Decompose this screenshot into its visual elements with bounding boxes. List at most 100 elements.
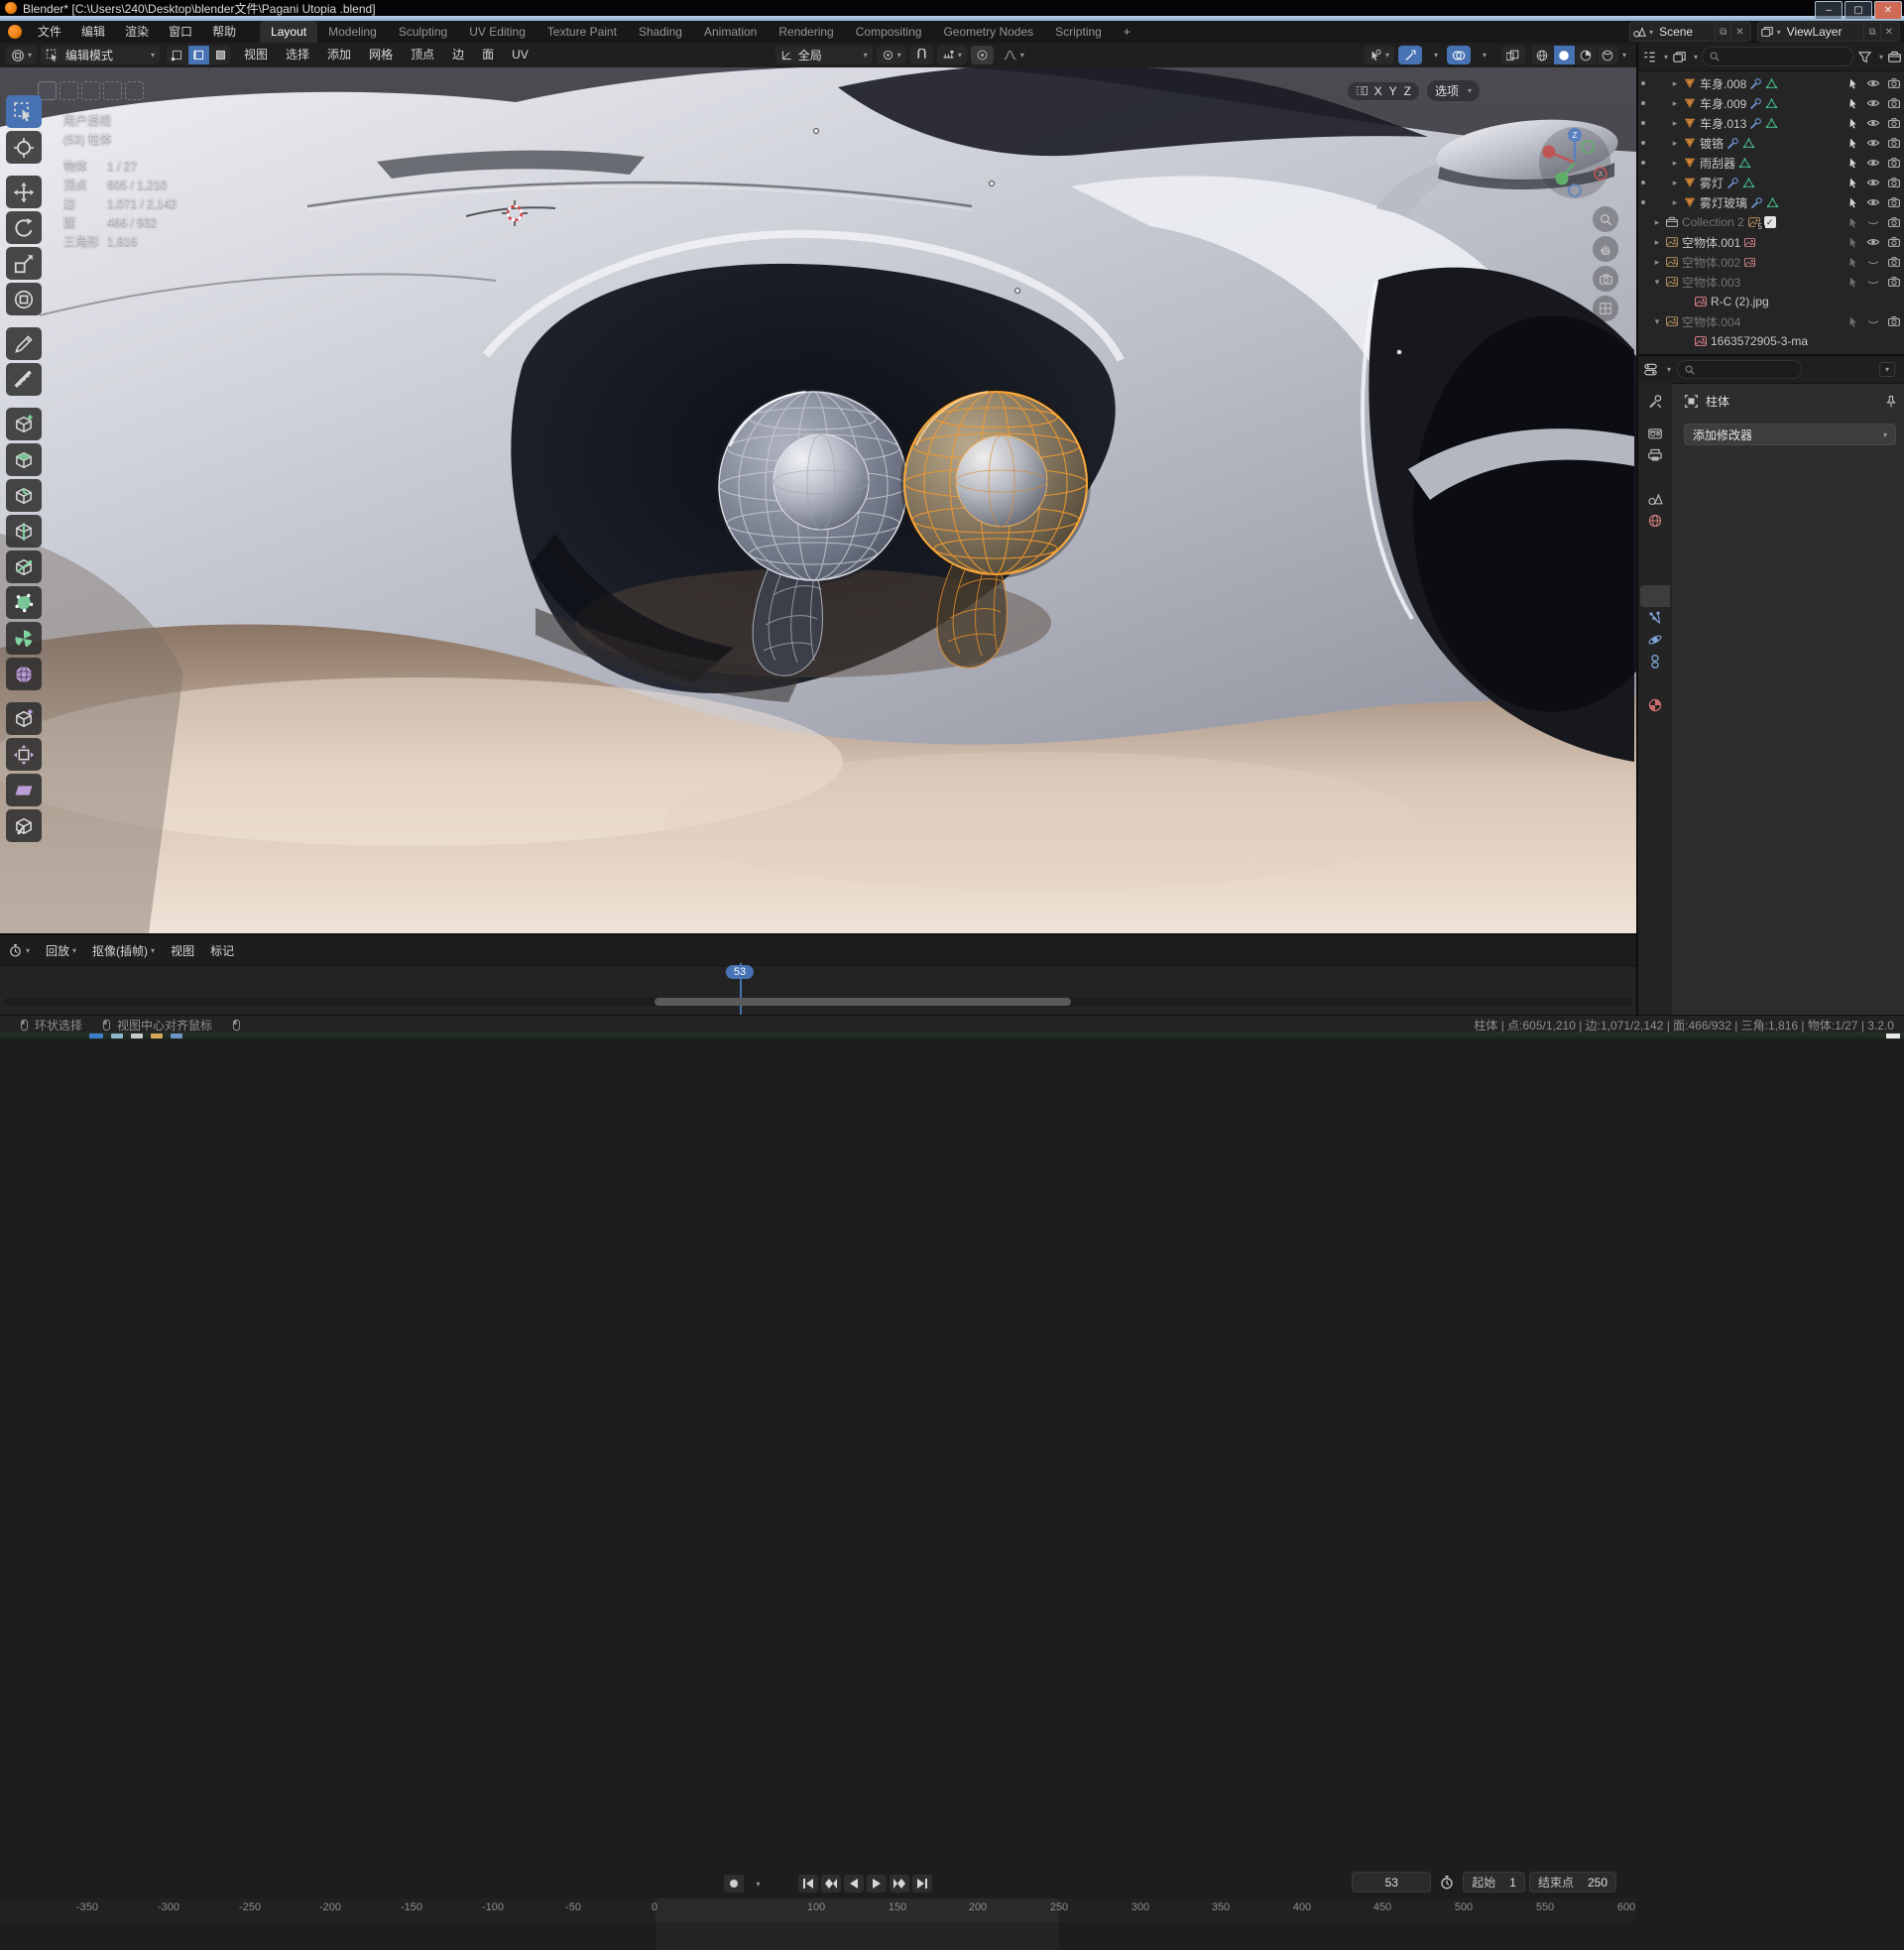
- face-select-button[interactable]: [210, 46, 232, 64]
- menu-help[interactable]: 帮助: [202, 21, 246, 43]
- use-preview-range-icon[interactable]: [1439, 1875, 1455, 1890]
- expand-icon[interactable]: ▸: [1670, 118, 1680, 129]
- expand-icon[interactable]: ▸: [1670, 138, 1680, 149]
- particles[interactable]: [1640, 607, 1670, 629]
- selectable-icon[interactable]: [1846, 137, 1859, 150]
- selectable-icon[interactable]: [1846, 157, 1859, 170]
- tab-rendering[interactable]: Rendering: [768, 21, 844, 43]
- object-name[interactable]: 雨刮器: [1700, 155, 1735, 172]
- hide-viewport-icon[interactable]: [1866, 156, 1880, 170]
- tool-transform[interactable]: [6, 283, 42, 315]
- object-name[interactable]: 空物体.001: [1682, 234, 1740, 251]
- taskbar-app-icon[interactable]: [131, 1034, 143, 1038]
- display-mode-icon[interactable]: [1672, 50, 1687, 64]
- hide-viewport-icon[interactable]: [1866, 235, 1880, 249]
- outliner-row[interactable]: ▸ ▾ 车身.008 ✓: [1638, 73, 1904, 93]
- prev-keyframe-button[interactable]: [821, 1875, 841, 1892]
- object-name[interactable]: 空物体.002: [1682, 254, 1740, 271]
- tab-geometry-nodes[interactable]: Geometry Nodes: [932, 21, 1044, 43]
- output[interactable]: [1640, 444, 1670, 466]
- hide-viewport-icon[interactable]: [1866, 195, 1880, 209]
- filter-icon[interactable]: [1857, 50, 1872, 64]
- tool-knife[interactable]: [6, 550, 42, 583]
- snap-toggle[interactable]: [909, 46, 933, 64]
- ortho-grid-icon[interactable]: [1593, 296, 1618, 321]
- object-data[interactable]: [1640, 672, 1670, 694]
- mirror-z-toggle[interactable]: Z: [1404, 84, 1411, 98]
- select-invert-icon[interactable]: [103, 81, 122, 100]
- disable-render-icon[interactable]: [1887, 116, 1901, 130]
- close-button[interactable]: ✕: [1874, 1, 1902, 20]
- tool-bevel[interactable]: [6, 479, 42, 512]
- mirror-y-toggle[interactable]: Y: [1389, 84, 1397, 98]
- disable-render-icon[interactable]: [1887, 176, 1901, 189]
- expand-icon[interactable]: ▸: [1652, 257, 1662, 268]
- tool-annotate[interactable]: [6, 327, 42, 360]
- hidden-icon[interactable]: [1866, 255, 1880, 269]
- collection-checkbox[interactable]: ✓: [1763, 216, 1776, 228]
- disable-render-icon[interactable]: [1887, 215, 1901, 229]
- hide-viewport-icon[interactable]: [1866, 116, 1880, 130]
- disable-render-icon[interactable]: [1887, 96, 1901, 110]
- snap-target-button[interactable]: ▾: [936, 46, 967, 64]
- timeline-view-menu[interactable]: 视图▾: [163, 940, 202, 960]
- expand-icon[interactable]: ▸: [1670, 98, 1680, 109]
- object-name[interactable]: 雾灯玻璃: [1700, 194, 1747, 211]
- menu-edge[interactable]: 边: [443, 43, 473, 67]
- mesh-data-icon[interactable]: [1742, 177, 1755, 189]
- maximize-button[interactable]: ▢: [1844, 1, 1872, 20]
- outliner-search-input[interactable]: [1702, 47, 1853, 66]
- tool-extrude-region[interactable]: [6, 408, 42, 440]
- current-frame-pill[interactable]: 53: [725, 965, 755, 979]
- tool-rip-region[interactable]: [6, 809, 42, 842]
- blender-menu-icon[interactable]: [8, 25, 22, 39]
- collapse-icon[interactable]: ▾: [1652, 277, 1662, 288]
- hide-viewport-icon[interactable]: [1866, 136, 1880, 150]
- menu-uv[interactable]: UV: [503, 43, 537, 67]
- options-dropdown[interactable]: 选项 ▾: [1426, 80, 1480, 101]
- add-modifier-button[interactable]: 添加修改器 ▾: [1684, 424, 1896, 445]
- menu-window[interactable]: 窗口: [159, 21, 202, 43]
- overlays-dropdown[interactable]: ▾: [1475, 46, 1491, 64]
- selectable-icon[interactable]: [1846, 177, 1859, 189]
- selectable-icon[interactable]: [1846, 196, 1859, 209]
- render[interactable]: [1640, 423, 1670, 444]
- tool-edge-slide[interactable]: [6, 702, 42, 735]
- mesh-data-icon[interactable]: [1742, 137, 1755, 150]
- play-button[interactable]: [867, 1875, 887, 1892]
- tool-shrink-fatten[interactable]: [6, 738, 42, 771]
- minimize-button[interactable]: –: [1815, 1, 1843, 20]
- tool-poly-build[interactable]: [6, 586, 42, 619]
- menu-mesh[interactable]: 网格: [360, 43, 402, 67]
- outliner-row[interactable]: ▸ ▾ 雾灯 ✓: [1638, 173, 1904, 192]
- selectable-icon[interactable]: [1846, 256, 1859, 269]
- start-button[interactable]: [89, 1034, 103, 1038]
- taskbar-app-icon[interactable]: [151, 1034, 163, 1038]
- object-name[interactable]: 车身.013: [1700, 115, 1746, 132]
- pivot-point-button[interactable]: ▾: [876, 46, 906, 64]
- outliner-row[interactable]: ▸ ▾ 车身.013 ✓: [1638, 113, 1904, 133]
- disable-render-icon[interactable]: [1887, 255, 1901, 269]
- selectable-icon[interactable]: [1846, 315, 1859, 328]
- disable-render-icon[interactable]: [1887, 136, 1901, 150]
- world[interactable]: [1640, 510, 1670, 532]
- hidden-icon[interactable]: [1866, 275, 1880, 289]
- pin-icon[interactable]: [1884, 395, 1898, 409]
- hidden-icon[interactable]: [1866, 314, 1880, 328]
- tab-scripting[interactable]: Scripting: [1044, 21, 1113, 43]
- frame-start-field[interactable]: 起始 1: [1463, 1872, 1525, 1892]
- constraints[interactable]: [1640, 651, 1670, 672]
- timeline-scrollbar[interactable]: [4, 998, 1632, 1006]
- new-view-layer-button[interactable]: ⧉: [1863, 23, 1879, 41]
- menu-edit[interactable]: 编辑: [71, 21, 115, 43]
- selectable-icon[interactable]: [1846, 117, 1859, 130]
- modifier-wrench-icon[interactable]: [1749, 77, 1762, 90]
- outliner-row[interactable]: ▸ ▾ R-C (2).jpg ✓: [1638, 292, 1904, 311]
- show-gizmo-button[interactable]: ▾: [1363, 46, 1394, 64]
- xray-toggle[interactable]: [1500, 46, 1525, 64]
- properties-editor-icon[interactable]: [1643, 362, 1658, 377]
- material[interactable]: [1640, 694, 1670, 716]
- view-layer-selector[interactable]: ▾ ViewLayer ⧉ ✕: [1756, 22, 1900, 42]
- taskbar-app-icon[interactable]: [171, 1034, 182, 1038]
- view-layer[interactable]: [1640, 466, 1670, 488]
